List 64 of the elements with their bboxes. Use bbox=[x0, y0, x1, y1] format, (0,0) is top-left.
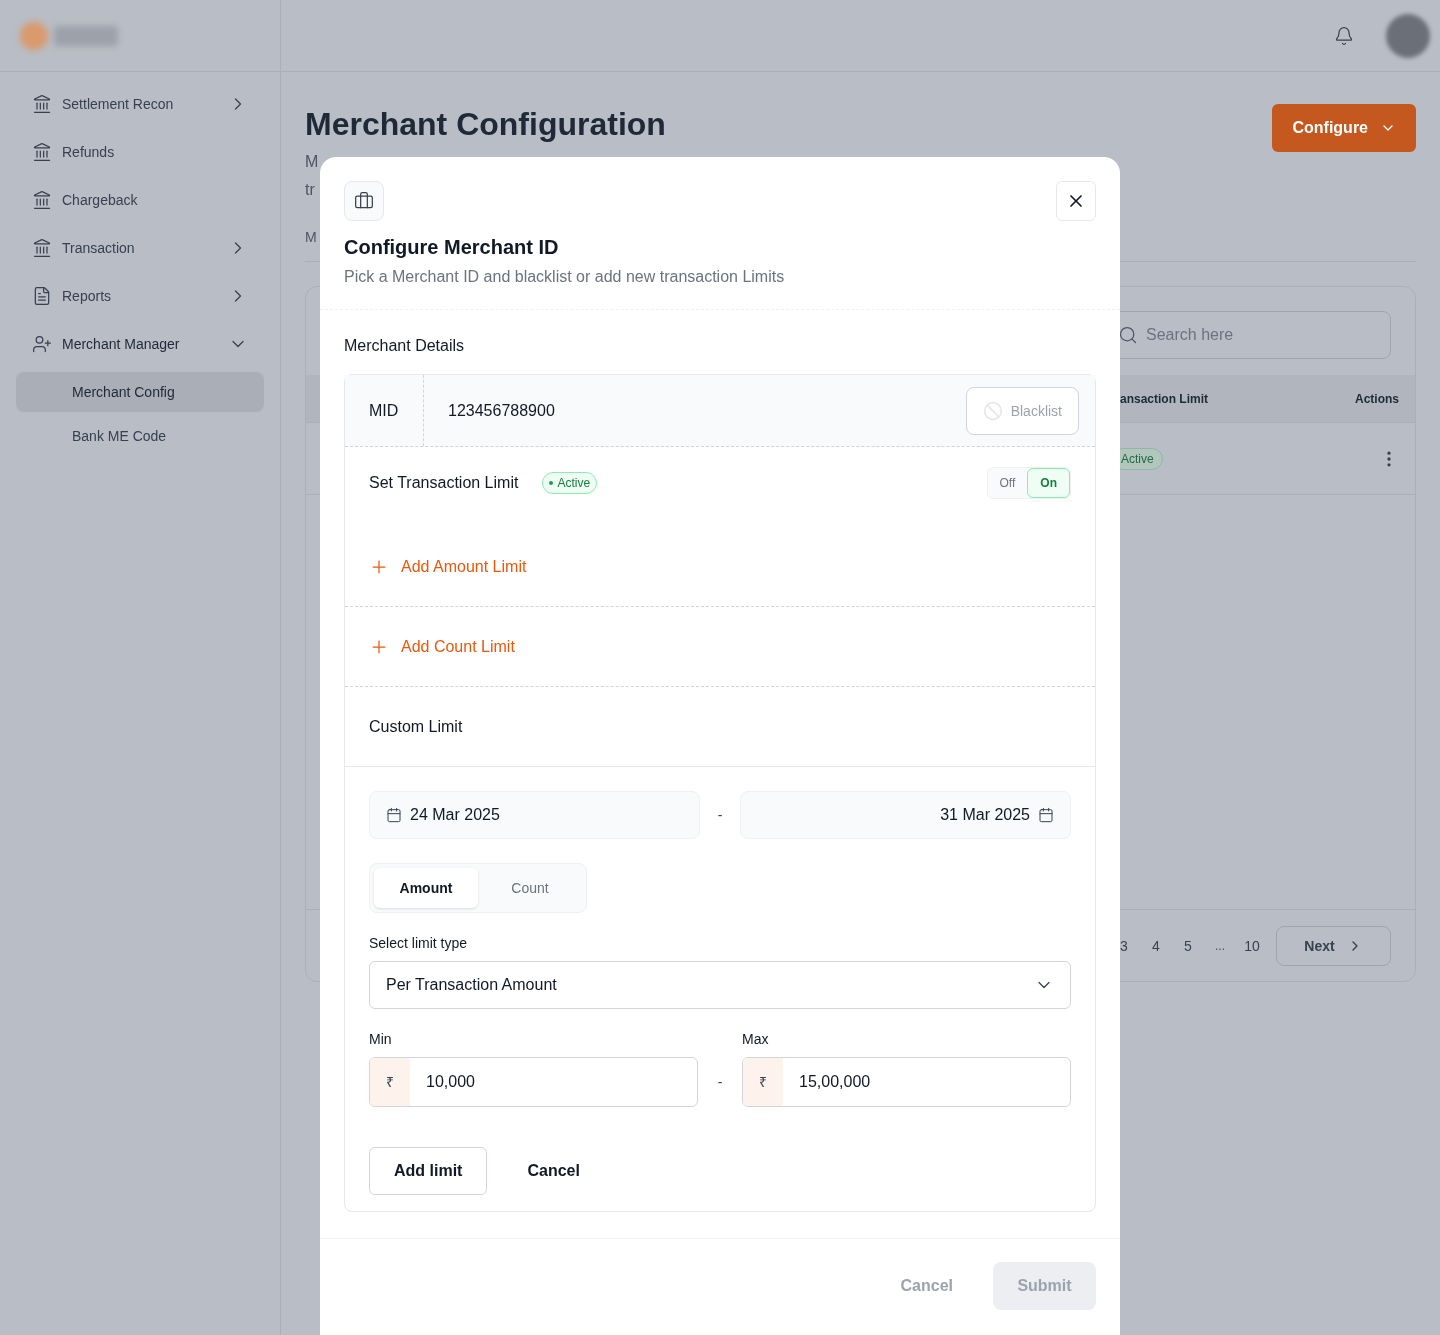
page-number[interactable]: 5 bbox=[1172, 935, 1204, 956]
sidebar-subitem[interactable]: Merchant Config bbox=[16, 372, 264, 412]
page-subtitle: tr bbox=[305, 180, 315, 200]
limit-label: Set Transaction Limit bbox=[369, 473, 519, 493]
next-button[interactable]: Next bbox=[1276, 925, 1391, 966]
user-plus-icon bbox=[32, 334, 52, 354]
bank-icon bbox=[32, 142, 52, 162]
bank-icon bbox=[32, 238, 52, 258]
currency-prefix: ₹ bbox=[743, 1058, 783, 1106]
column-header: ansaction Limit bbox=[1120, 390, 1208, 407]
sidebar-item[interactable]: Merchant Manager bbox=[16, 320, 264, 368]
modal-subtitle: Pick a Merchant ID and blacklist or add new transaction Limits bbox=[344, 267, 786, 287]
ban-icon bbox=[982, 400, 1003, 421]
search-icon bbox=[1118, 325, 1138, 345]
page-number[interactable]: ... bbox=[1204, 937, 1236, 954]
end-date-field[interactable]: 31 Mar 2025 bbox=[740, 791, 1071, 839]
bank-icon bbox=[32, 94, 52, 114]
sidebar-item[interactable]: Transaction bbox=[16, 224, 264, 272]
currency-prefix: ₹ bbox=[370, 1058, 410, 1106]
sidebar-item[interactable]: Reports bbox=[16, 272, 264, 320]
sidebar-subitem[interactable]: Bank ME Code bbox=[16, 416, 264, 456]
toggle-option[interactable]: On bbox=[1027, 468, 1070, 498]
field-label: Min bbox=[369, 1030, 393, 1049]
document-icon bbox=[32, 286, 52, 306]
field-label: Select limit type bbox=[369, 934, 468, 953]
configure-button[interactable]: Configure bbox=[1272, 104, 1416, 152]
sidebar-item[interactable]: Settlement Recon bbox=[16, 80, 264, 128]
avatar[interactable] bbox=[1386, 13, 1430, 58]
column-header: Actions bbox=[1355, 390, 1399, 407]
page-number[interactable]: 4 bbox=[1140, 935, 1172, 956]
status-badge: Active bbox=[542, 472, 598, 494]
range-separator: - bbox=[716, 1073, 724, 1092]
mid-label: MID bbox=[345, 375, 424, 446]
mid-value: 123456788900 bbox=[447, 400, 556, 421]
limit-type-select[interactable]: Per Transaction Amount bbox=[369, 961, 1071, 1009]
start-date-field[interactable]: 24 Mar 2025 bbox=[369, 791, 700, 839]
limit-tab[interactable]: Count bbox=[478, 868, 582, 908]
sidebar-item[interactable]: Chargeback bbox=[16, 176, 264, 224]
add-limit-button[interactable]: Add limit bbox=[369, 1147, 488, 1195]
calendar-icon bbox=[1038, 807, 1054, 823]
page-title: Merchant Configuration bbox=[305, 105, 666, 144]
close-button[interactable] bbox=[1056, 181, 1096, 221]
range-separator: - bbox=[716, 806, 724, 825]
custom-limit-title: Custom Limit bbox=[369, 716, 463, 737]
on-off-toggle[interactable]: Off On bbox=[986, 467, 1071, 499]
section-title: Merchant Details bbox=[344, 336, 465, 356]
bank-icon bbox=[32, 190, 52, 210]
amount-field[interactable]: ₹ 15,00,000 bbox=[742, 1057, 1071, 1107]
limit-tab[interactable]: Amount bbox=[374, 868, 478, 908]
briefcase-icon bbox=[344, 181, 384, 221]
calendar-icon bbox=[386, 807, 402, 823]
add-limit-link[interactable]: Add Amount Limit bbox=[369, 554, 527, 579]
logo-icon bbox=[20, 21, 118, 50]
modal-title: Configure Merchant ID bbox=[344, 235, 560, 260]
field-label: Max bbox=[742, 1030, 770, 1049]
notification-icon[interactable] bbox=[1334, 25, 1354, 46]
add-limit-link[interactable]: Add Count Limit bbox=[369, 634, 515, 659]
page-tab[interactable]: M bbox=[305, 226, 317, 247]
toggle-option[interactable]: Off bbox=[987, 468, 1028, 498]
page-subtitle: M bbox=[305, 152, 319, 172]
cancel-button[interactable]: Cancel bbox=[527, 1159, 580, 1183]
amount-field[interactable]: ₹ 10,000 bbox=[369, 1057, 698, 1107]
sidebar-item[interactable]: Refunds bbox=[16, 128, 264, 176]
page-number[interactable]: 10 bbox=[1236, 935, 1268, 956]
